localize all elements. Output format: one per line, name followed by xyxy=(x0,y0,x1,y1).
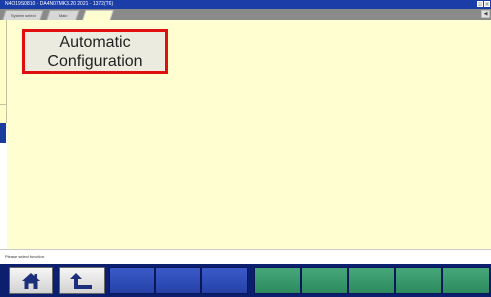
left-panel-marker xyxy=(0,123,6,143)
function-key-7[interactable] xyxy=(301,267,348,294)
tab-bar: System select Main ◀ xyxy=(0,9,491,20)
function-key-5[interactable] xyxy=(201,267,248,294)
automatic-configuration-label: Automatic Configuration xyxy=(47,33,142,71)
tab-current[interactable] xyxy=(82,10,114,20)
home-button[interactable] xyxy=(9,267,53,294)
left-panel-divider xyxy=(0,104,7,105)
tab-label: Main xyxy=(58,13,68,18)
title-bar: N4O19S0810 · DA4N07MK3.20 2021 · 1372(T6… xyxy=(0,0,491,9)
automatic-configuration-button[interactable]: Automatic Configuration xyxy=(22,29,168,74)
return-arrow-icon xyxy=(70,272,92,289)
status-message: Please select function. xyxy=(5,254,46,259)
left-panel-blank xyxy=(0,143,7,249)
function-key-9[interactable] xyxy=(395,267,442,294)
left-panel-edge xyxy=(0,20,7,123)
tab-system-select[interactable]: System select xyxy=(2,10,44,20)
tab-scroll-button[interactable]: ◀ xyxy=(481,10,490,18)
home-icon xyxy=(22,272,40,289)
function-key-4[interactable] xyxy=(155,267,201,294)
button-label-line2: Configuration xyxy=(47,52,143,70)
window-title: N4O19S0810 · DA4N07MK3.20 2021 · 1372(T6… xyxy=(5,1,114,7)
tab-main[interactable]: Main xyxy=(46,10,80,20)
function-key-8[interactable] xyxy=(348,267,395,294)
function-key-10[interactable] xyxy=(442,267,490,294)
minimize-button[interactable]: _ xyxy=(477,1,483,7)
tab-label: System select xyxy=(10,13,36,18)
back-button[interactable] xyxy=(59,267,105,294)
status-bar: Please select function. xyxy=(0,249,491,264)
close-button[interactable]: × xyxy=(484,1,490,7)
function-key-3[interactable] xyxy=(109,267,155,294)
function-button-bar xyxy=(0,264,491,297)
button-label-line1: Automatic xyxy=(59,33,131,51)
window-controls: _ × xyxy=(477,1,490,7)
function-key-6[interactable] xyxy=(254,267,301,294)
